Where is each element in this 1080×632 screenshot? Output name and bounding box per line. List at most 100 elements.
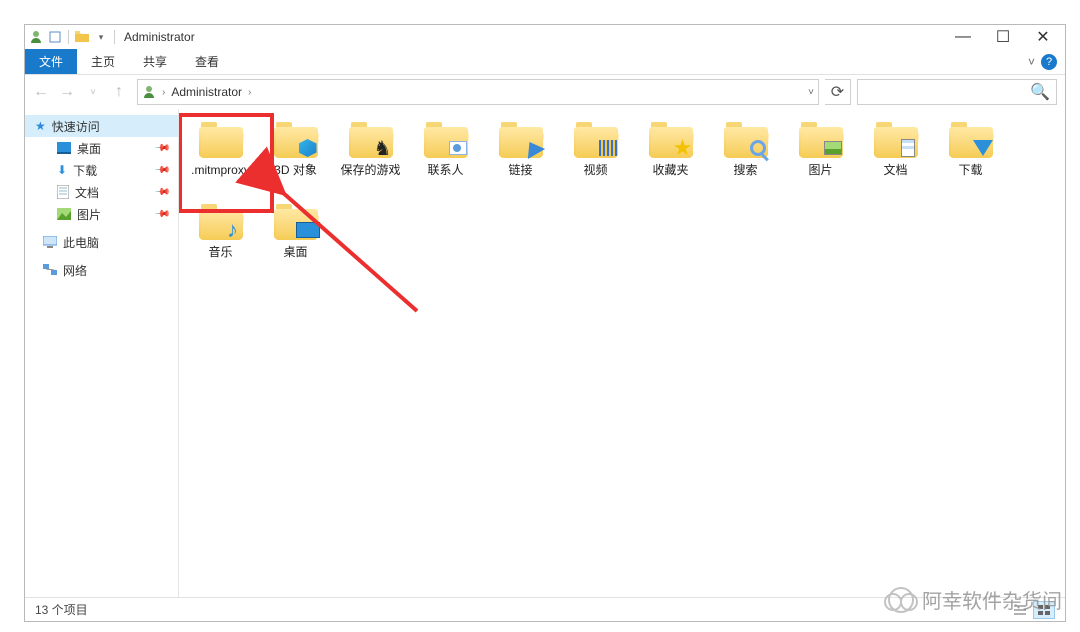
fav-overlay-icon: ★: [671, 136, 695, 160]
folder-label: 链接: [508, 163, 532, 177]
folder-item[interactable]: ♪ 音乐: [183, 199, 258, 281]
folder-item[interactable]: 桌面: [258, 199, 333, 281]
recent-dropdown[interactable]: ˅: [81, 80, 105, 104]
qat-dropdown-icon[interactable]: ▾: [92, 28, 110, 46]
folder-item[interactable]: ★ 收藏夹: [633, 117, 708, 199]
window-title: Administrator: [124, 30, 195, 44]
folder-label: 视频: [583, 163, 607, 177]
sidebar-item-documents[interactable]: 文档 📌: [25, 181, 178, 203]
help-button[interactable]: ?: [1041, 54, 1057, 70]
folder-icon: [723, 119, 769, 161]
sidebar-item-label: 快速访问: [52, 118, 100, 135]
pin-icon: 📌: [153, 140, 170, 157]
folder-label: 文档: [883, 163, 907, 177]
chevron-icon[interactable]: ›: [162, 87, 165, 98]
sidebar-item-desktop[interactable]: 桌面 📌: [25, 137, 178, 159]
search-input[interactable]: 🔍: [857, 79, 1057, 105]
wechat-icon: [888, 587, 914, 613]
sidebar-item-label: 图片: [77, 206, 101, 223]
sidebar-item-label: 桌面: [77, 140, 101, 157]
folder-item[interactable]: 图片: [783, 117, 858, 199]
folder-item[interactable]: 搜索: [708, 117, 783, 199]
ribbon-expand-icon[interactable]: ˅: [1028, 55, 1035, 69]
desktop-overlay-icon: [296, 218, 320, 242]
folder-item[interactable]: 3D 对象: [258, 117, 333, 199]
doc-overlay-icon: [896, 136, 920, 160]
refresh-button[interactable]: ⟳: [825, 79, 851, 105]
folder-item[interactable]: 联系人: [408, 117, 483, 199]
folder-icon: [948, 119, 994, 161]
folder-item[interactable]: 文档: [858, 117, 933, 199]
tab-share[interactable]: 共享: [129, 49, 181, 74]
folder-icon: [198, 119, 244, 161]
video-overlay-icon: [596, 136, 620, 160]
status-item-count: 13 个项目: [35, 601, 88, 618]
checkbox-icon[interactable]: [46, 28, 64, 46]
star-icon: ★: [35, 119, 46, 133]
minimize-button[interactable]: —: [943, 26, 983, 48]
address-bar[interactable]: › Administrator › ˅: [137, 79, 819, 105]
tab-file[interactable]: 文件: [25, 49, 77, 74]
sidebar-quick-access[interactable]: ★ 快速访问: [25, 115, 178, 137]
tab-home[interactable]: 主页: [77, 49, 129, 74]
separator: [68, 30, 69, 44]
sidebar-item-label: 网络: [63, 262, 87, 279]
sidebar-item-label: 文档: [75, 184, 99, 201]
folder-item[interactable]: 链接: [483, 117, 558, 199]
forward-button[interactable]: →: [55, 80, 79, 104]
pin-icon: 📌: [153, 162, 170, 179]
folder-icon: ♞: [348, 119, 394, 161]
maximize-button[interactable]: ☐: [983, 26, 1023, 48]
link-overlay-icon: [521, 136, 545, 160]
folder-item[interactable]: .mitmproxy: [183, 117, 258, 199]
nav-row: ← → ˅ ↑ › Administrator › ˅ ⟳ 🔍: [25, 75, 1065, 109]
folder-label: 联系人: [427, 163, 463, 177]
3d-overlay-icon: [296, 136, 320, 160]
separator: [114, 30, 115, 44]
folder-icon: ★: [648, 119, 694, 161]
pin-icon: 📌: [153, 184, 170, 201]
folder-label: 音乐: [208, 245, 232, 259]
folder-icon[interactable]: [73, 28, 91, 46]
address-dropdown-icon[interactable]: ˅: [808, 87, 814, 98]
folder-item[interactable]: ♞ 保存的游戏: [333, 117, 408, 199]
explorer-body: ★ 快速访问 桌面 📌 ⬇ 下载 📌 文档 📌 图片 📌: [25, 109, 1065, 597]
breadcrumb[interactable]: Administrator: [171, 85, 242, 99]
watermark: 阿幸软件杂货间: [888, 585, 1062, 614]
up-button[interactable]: ↑: [107, 80, 131, 104]
sidebar-this-pc[interactable]: 此电脑: [25, 231, 178, 253]
titlebar: ▾ Administrator — ☐ ✕: [25, 25, 1065, 49]
folder-label: 保存的游戏: [340, 163, 400, 177]
folder-item[interactable]: 下载: [933, 117, 1008, 199]
back-button[interactable]: ←: [29, 80, 53, 104]
dl-overlay-icon: [971, 136, 995, 160]
sidebar-network[interactable]: 网络: [25, 259, 178, 281]
tab-view[interactable]: 查看: [181, 49, 233, 74]
folder-icon: [573, 119, 619, 161]
sidebar-item-pictures[interactable]: 图片 📌: [25, 203, 178, 225]
watermark-text: 阿幸软件杂货间: [922, 585, 1062, 614]
sidebar-item-downloads[interactable]: ⬇ 下载 📌: [25, 159, 178, 181]
quick-access-toolbar: ▾: [27, 28, 118, 46]
user-icon: [27, 28, 45, 46]
pic-overlay-icon: [821, 136, 845, 160]
music-overlay-icon: ♪: [221, 218, 245, 242]
folder-item[interactable]: 视频: [558, 117, 633, 199]
content-area[interactable]: .mitmproxy 3D 对象 ♞ 保存的游戏 联系人: [179, 109, 1065, 597]
ribbon-tabs: 文件 主页 共享 查看 ˅ ?: [25, 49, 1065, 75]
folder-icon: [273, 201, 319, 243]
folder-label: 下载: [958, 163, 982, 177]
folder-icon: [873, 119, 919, 161]
folder-label: .mitmproxy: [191, 163, 250, 177]
desktop-icon: [57, 142, 71, 154]
folder-label: 收藏夹: [652, 163, 688, 177]
window-controls: — ☐ ✕: [943, 26, 1063, 48]
contacts-overlay-icon: [446, 136, 470, 160]
doc-icon: [57, 185, 69, 199]
pin-icon: 📌: [153, 206, 170, 223]
close-button[interactable]: ✕: [1023, 26, 1063, 48]
folder-grid: .mitmproxy 3D 对象 ♞ 保存的游戏 联系人: [183, 117, 1061, 281]
chevron-icon[interactable]: ›: [248, 87, 251, 98]
search-icon: 🔍: [1030, 82, 1050, 102]
folder-label: 桌面: [283, 245, 307, 259]
